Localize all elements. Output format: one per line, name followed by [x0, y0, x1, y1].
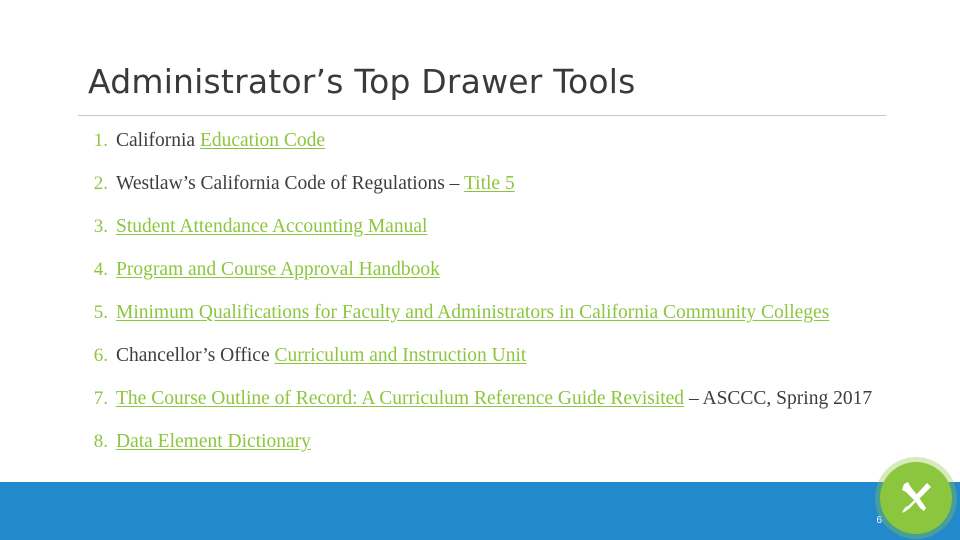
list-item: 5. Minimum Qualifications for Faculty and… — [78, 300, 878, 326]
list-item: 8. Data Element Dictionary — [78, 429, 878, 455]
list-item-number: 7. — [93, 388, 108, 409]
list-item: 7. The Course Outline of Record: A Curric… — [78, 386, 878, 412]
list-item-number: 4. — [93, 259, 108, 280]
resource-link[interactable]: Data Element Dictionary — [116, 431, 311, 452]
page-title: Administrator’s Top Drawer Tools — [88, 62, 636, 101]
resource-link[interactable]: Curriculum and Instruction Unit — [274, 345, 526, 366]
list-item-text: Chancellor’s Office Curriculum and Instr… — [116, 343, 878, 369]
list-item-text: California Education Code — [116, 128, 878, 154]
list-item-plain-text: Chancellor’s Office — [116, 345, 275, 366]
title-divider — [78, 115, 886, 116]
list-item: 6. Chancellor’s Office Curriculum and Ins… — [78, 343, 878, 369]
list-item-text: Student Attendance Accounting Manual — [116, 214, 878, 240]
list-item: 3. Student Attendance Accounting Manual — [78, 214, 878, 240]
resource-link[interactable]: Student Attendance Accounting Manual — [116, 216, 427, 237]
list-item-number: 8. — [93, 431, 108, 452]
resource-link[interactable]: Program and Course Approval Handbook — [116, 259, 440, 280]
list-item-number: 6. — [93, 345, 108, 366]
list-item: 1. California Education Code — [78, 128, 878, 154]
resource-link[interactable]: Minimum Qualifications for Faculty and A… — [116, 302, 829, 323]
wrench-screwdriver-icon — [902, 482, 931, 513]
list-item-text: Data Element Dictionary — [116, 429, 878, 455]
resource-link[interactable]: The Course Outline of Record: A Curricul… — [116, 388, 684, 409]
footer-bar — [0, 482, 960, 540]
list-item-text: The Course Outline of Record: A Curricul… — [116, 386, 878, 412]
list-item-text: Minimum Qualifications for Faculty and A… — [116, 300, 878, 326]
list-item-text: Westlaw’s California Code of Regulations… — [116, 171, 878, 197]
list-item-plain-text: Westlaw’s California Code of Regulations… — [116, 173, 464, 194]
list-item-number: 1. — [93, 130, 108, 151]
logo-badge — [880, 462, 952, 534]
list-item-number: 5. — [93, 302, 108, 323]
list-item-plain-text: California — [116, 130, 200, 151]
list-item-number: 2. — [93, 173, 108, 194]
list-item: 2. Westlaw’s California Code of Regulatio… — [78, 171, 878, 197]
list-item-number: 3. — [93, 216, 108, 237]
list-item-text: Program and Course Approval Handbook — [116, 257, 878, 283]
tools-list: 1. California Education Code 2. Westlaw’s C… — [78, 128, 878, 472]
resource-link[interactable]: Education Code — [200, 130, 325, 151]
list-item: 4. Program and Course Approval Handbook — [78, 257, 878, 283]
resource-link[interactable]: Title 5 — [464, 173, 515, 194]
slide-canvas: Administrator’s Top Drawer Tools 1. Calif… — [0, 0, 960, 540]
page-number: 6 — [876, 515, 882, 526]
list-item-plain-text: – ASCCC, Spring 2017 — [684, 388, 873, 409]
